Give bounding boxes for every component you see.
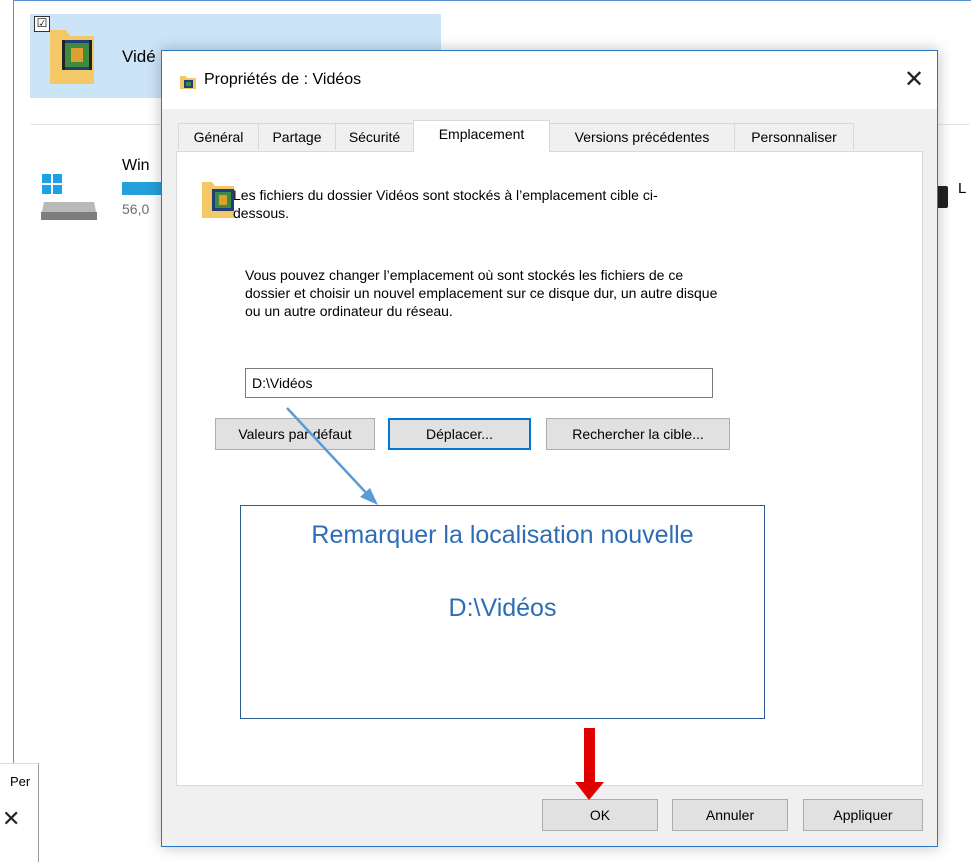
properties-dialog: Propriétés de : Vidéos ✕ Général Partage… <box>161 50 938 847</box>
drive-name-label: Win <box>122 157 150 174</box>
location-path-input[interactable] <box>245 368 713 398</box>
annotation-title: Remarquer la localisation nouvelle <box>311 521 694 549</box>
drive-label-right: L <box>958 180 967 197</box>
dialog-titlebar[interactable]: Propriétés de : Vidéos ✕ <box>162 51 937 109</box>
move-button[interactable]: Déplacer... <box>388 418 531 450</box>
cancel-button[interactable]: Annuler <box>672 799 788 831</box>
tab-previous-versions[interactable]: Versions précédentes <box>549 123 735 150</box>
ok-button[interactable]: OK <box>542 799 658 831</box>
restore-default-button[interactable]: Valeurs par défaut <box>215 418 375 450</box>
info-text: Les fichiers du dossier Vidéos sont stoc… <box>233 187 658 221</box>
annotation-callout: Remarquer la localisation nouvelle D:\Vi… <box>240 505 765 719</box>
find-target-button[interactable]: Rechercher la cible... <box>546 418 730 450</box>
tab-security[interactable]: Sécurité <box>335 123 414 150</box>
apply-button[interactable]: Appliquer <box>803 799 923 831</box>
tab-general[interactable]: Général <box>178 123 259 150</box>
background-tab-label[interactable]: Per <box>10 774 30 789</box>
close-icon[interactable]: ✕ <box>2 806 20 832</box>
tab-sharing[interactable]: Partage <box>258 123 336 150</box>
video-folder-icon <box>180 76 196 89</box>
description-text: Vous pouvez changer l’emplacement où son… <box>245 267 718 319</box>
dialog-title: Propriétés de : Vidéos <box>204 71 362 88</box>
close-button[interactable]: ✕ <box>891 57 937 103</box>
annotation-path: D:\Vidéos <box>448 594 557 622</box>
windows-drive-icon <box>41 174 97 220</box>
folder-name-label: Vidé <box>122 47 156 66</box>
drive-size-label: 56,0 <box>122 201 150 217</box>
video-folder-icon <box>50 30 94 84</box>
tab-customize[interactable]: Personnaliser <box>734 123 854 150</box>
tab-location[interactable]: Emplacement <box>413 120 550 152</box>
